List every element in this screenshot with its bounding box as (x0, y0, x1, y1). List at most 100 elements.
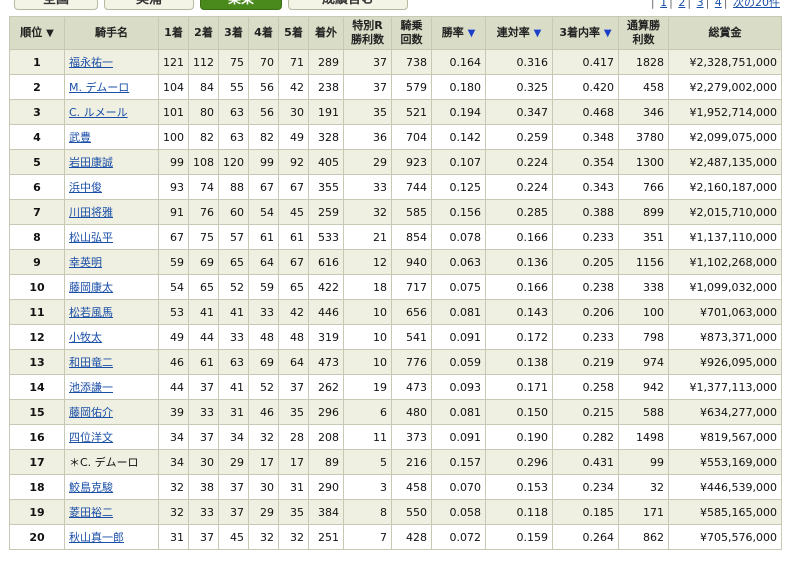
jockey-link[interactable]: 鮫島克駿 (69, 481, 113, 494)
jockey-link[interactable]: 藤岡佑介 (69, 406, 113, 419)
header-place-rate[interactable]: 連対率 ▼ (485, 16, 553, 50)
next-page-link[interactable]: 次の20件 (733, 0, 780, 9)
jockey-link[interactable]: 福永祐一 (69, 56, 113, 69)
prize-cell: ¥2,279,002,000 (668, 74, 782, 100)
jockey-link[interactable]: 岩田康誠 (69, 156, 113, 169)
fourth-count-cell: 33 (248, 299, 279, 325)
place-rate-cell: 0.136 (485, 249, 553, 275)
sort-down-icon: ▼ (603, 27, 612, 39)
table-row: 12 小牧太 49 44 33 48 48 319 10 541 0.091 0.172 0.233 79… (9, 324, 782, 350)
jockey-link[interactable]: C. ルメール (69, 106, 128, 119)
table-row: 9 幸英明 59 69 65 64 67 616 12 940 0.063 0.136 0.205 115… (9, 249, 782, 275)
header-show-rate[interactable]: 3着内率 ▼ (552, 16, 619, 50)
rank-cell: 8 (9, 224, 65, 250)
first-count-cell: 53 (158, 299, 189, 325)
prize-cell: ¥819,567,000 (668, 424, 782, 450)
fifth-count-cell: 42 (278, 74, 309, 100)
total-wins-cell: 1828 (618, 49, 669, 75)
page-link-1[interactable]: 1 (660, 0, 667, 9)
third-count-cell: 63 (218, 99, 249, 125)
page-link-4[interactable]: 4 (715, 0, 722, 9)
second-count-cell: 61 (188, 349, 219, 375)
fifth-count-cell: 35 (278, 499, 309, 525)
fifth-count-cell: 45 (278, 199, 309, 225)
fifth-count-cell: 67 (278, 174, 309, 200)
header-win-rate[interactable]: 勝率 ▼ (431, 16, 486, 50)
first-count-cell: 121 (158, 49, 189, 75)
rank-cell: 10 (9, 274, 65, 300)
rank-cell: 5 (9, 149, 65, 175)
tab-national[interactable]: 全国 (14, 0, 98, 10)
total-wins-cell: 346 (618, 99, 669, 125)
special-wins-cell: 36 (343, 124, 392, 150)
fourth-count-cell: 82 (248, 124, 279, 150)
win-rate-cell: 0.093 (431, 374, 486, 400)
jockey-link[interactable]: 武豊 (69, 131, 91, 144)
rank-cell: 20 (9, 524, 65, 550)
rank-cell: 3 (9, 99, 65, 125)
prize-cell: ¥873,371,000 (668, 324, 782, 350)
first-count-cell: 104 (158, 74, 189, 100)
jockey-link[interactable]: M. デムーロ (69, 81, 129, 94)
out-count-cell: 319 (308, 324, 344, 350)
place-rate-cell: 0.153 (485, 474, 553, 500)
table-row: 10 藤岡康太 54 65 52 59 65 422 18 717 0.075 0.166 0.238 3… (9, 274, 782, 300)
special-wins-cell: 12 (343, 249, 392, 275)
tab-miho[interactable]: 美浦 (104, 0, 194, 10)
header-rides: 騎乗回数 (391, 16, 432, 50)
rides-cell: 585 (391, 199, 432, 225)
tab-include-results[interactable]: 成績含む (288, 0, 408, 10)
table-row: 14 池添謙一 44 37 41 52 37 262 19 473 0.093 0.171 0.258 9… (9, 374, 782, 400)
jockey-link[interactable]: 松山弘平 (69, 231, 113, 244)
fourth-count-cell: 32 (248, 424, 279, 450)
header-rank[interactable]: 順位 ▼ (9, 16, 65, 50)
total-wins-cell: 171 (618, 499, 669, 525)
jockey-link[interactable]: 和田竜二 (69, 356, 113, 369)
jockey-link[interactable]: 松若風馬 (69, 306, 113, 319)
total-wins-cell: 1498 (618, 424, 669, 450)
rank-cell: 18 (9, 474, 65, 500)
fourth-count-cell: 64 (248, 249, 279, 275)
page-link-2[interactable]: 2 (678, 0, 685, 9)
third-count-cell: 60 (218, 199, 249, 225)
prize-cell: ¥553,169,000 (668, 449, 782, 475)
jockey-link[interactable]: 浜中俊 (69, 181, 102, 194)
win-rate-cell: 0.194 (431, 99, 486, 125)
table-row: 3 C. ルメール 101 80 63 56 30 191 35 521 0.194 0.347 0.4… (9, 99, 782, 125)
jockey-link[interactable]: 秋山真一郎 (69, 531, 124, 544)
second-count-cell: 74 (188, 174, 219, 200)
second-count-cell: 65 (188, 274, 219, 300)
first-count-cell: 39 (158, 399, 189, 425)
table-row: 15 藤岡佑介 39 33 31 46 35 296 6 480 0.081 0.150 0.215 58… (9, 399, 782, 425)
rank-cell: 9 (9, 249, 65, 275)
win-rate-cell: 0.142 (431, 124, 486, 150)
show-rate-cell: 0.233 (552, 224, 619, 250)
third-count-cell: 52 (218, 274, 249, 300)
fourth-count-cell: 48 (248, 324, 279, 350)
prize-cell: ¥1,102,268,000 (668, 249, 782, 275)
first-count-cell: 101 (158, 99, 189, 125)
prize-cell: ¥1,137,110,000 (668, 224, 782, 250)
page-link-3[interactable]: 3 (697, 0, 704, 9)
jockey-name-cell: M. デムーロ (64, 74, 159, 100)
prize-cell: ¥1,952,714,000 (668, 99, 782, 125)
place-rate-cell: 0.285 (485, 199, 553, 225)
fourth-count-cell: 54 (248, 199, 279, 225)
rides-cell: 458 (391, 474, 432, 500)
first-count-cell: 91 (158, 199, 189, 225)
jockey-name-cell: 松山弘平 (64, 224, 159, 250)
tab-ritto[interactable]: 栗東 (200, 0, 282, 10)
fifth-count-cell: 49 (278, 124, 309, 150)
jockey-link[interactable]: 藤岡康太 (69, 281, 113, 294)
rank-cell: 16 (9, 424, 65, 450)
jockey-link[interactable]: 川田将雅 (69, 206, 113, 219)
prize-cell: ¥2,160,187,000 (668, 174, 782, 200)
jockey-link[interactable]: 池添謙一 (69, 381, 113, 394)
jockey-link[interactable]: 幸英明 (69, 256, 102, 269)
show-rate-cell: 0.388 (552, 199, 619, 225)
rides-cell: 541 (391, 324, 432, 350)
jockey-link[interactable]: 四位洋文 (69, 431, 113, 444)
out-count-cell: 405 (308, 149, 344, 175)
jockey-link[interactable]: 菱田裕二 (69, 506, 113, 519)
jockey-link[interactable]: 小牧太 (69, 331, 102, 344)
